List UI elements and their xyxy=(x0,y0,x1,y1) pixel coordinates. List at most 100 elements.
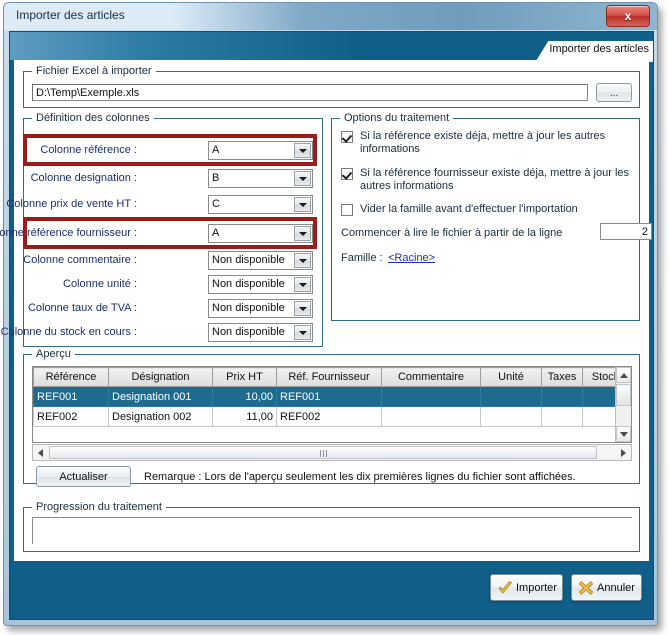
cell-reference: REF002 xyxy=(33,406,109,427)
chevron-down-icon[interactable] xyxy=(294,197,311,212)
column-header-prix-ht[interactable]: Prix HT xyxy=(212,367,277,387)
column-label: Colonne designation : xyxy=(30,172,137,184)
checkbox-clear-famille[interactable] xyxy=(341,204,353,216)
column-row-reference: Colonne référence : A xyxy=(24,141,322,161)
column-label: Colonne du stock en cours : xyxy=(0,326,137,338)
dialog-window: Importer des articles x Importer des art… xyxy=(0,2,658,626)
column-header-designation[interactable]: Désignation xyxy=(108,367,213,387)
column-select-prix-vente-ht[interactable]: C xyxy=(208,195,313,214)
progress-group: Progression du traitement xyxy=(23,501,640,552)
column-header-taxes[interactable]: Taxes xyxy=(541,367,583,387)
options-group: Options du traitement Si la référence ex… xyxy=(331,112,652,321)
table-vertical-scrollbar[interactable] xyxy=(615,367,631,442)
option-label: Si la référence fournisseur existe déja,… xyxy=(360,167,630,192)
column-select-value: Non disponible xyxy=(212,326,285,338)
file-group-legend: Fichier Excel à importer xyxy=(32,65,156,77)
column-row-taux-tva: Colonne taux de TVA : Non disponible xyxy=(24,299,322,319)
table-horizontal-scrollbar[interactable] xyxy=(32,444,632,461)
preview-group-legend: Aperçu xyxy=(32,348,75,360)
title-bar: Importer des articles x xyxy=(4,3,657,30)
column-select-value: Non disponible xyxy=(212,302,285,314)
chevron-down-icon[interactable] xyxy=(294,277,311,292)
checkbox-update-reference-fournisseur[interactable] xyxy=(341,168,353,180)
tab-importer-des-articles[interactable]: Importer des articles xyxy=(535,41,653,62)
column-select-taux-tva[interactable]: Non disponible xyxy=(208,299,313,318)
vertical-scroll-thumb[interactable] xyxy=(616,384,631,406)
column-select-reference-fournisseur[interactable]: A xyxy=(208,224,313,243)
cancel-button[interactable]: Annuler xyxy=(571,574,642,601)
columns-group-legend: Définition des colonnes xyxy=(32,112,154,124)
cell-unite xyxy=(480,386,542,407)
column-label: Colonne référence fournisseur : xyxy=(0,227,137,239)
tab-strip: Importer des articles xyxy=(10,32,653,62)
browse-button[interactable]: ... xyxy=(596,83,632,102)
chevron-down-icon[interactable] xyxy=(294,143,311,158)
column-select-stock-en-cours[interactable]: Non disponible xyxy=(208,323,313,342)
column-label: Colonne référence : xyxy=(40,144,137,156)
progress-group-legend: Progression du traitement xyxy=(32,501,166,513)
table-row[interactable]: REF001 Designation 001 10,00 REF001 xyxy=(33,386,629,407)
import-button[interactable]: Importer xyxy=(490,574,563,601)
dialog-body: Importer des articles Fichier Excel à im… xyxy=(0,31,654,620)
column-label: Colonne commentaire : xyxy=(23,254,137,266)
column-header-commentaire[interactable]: Commentaire xyxy=(381,367,481,387)
dialog-footer: Importer Annuler xyxy=(10,561,653,619)
column-select-unite[interactable]: Non disponible xyxy=(208,275,313,294)
table-row[interactable]: REF002 Designation 002 11,00 REF002 xyxy=(33,406,629,427)
column-select-value: Non disponible xyxy=(212,254,285,266)
start-line-input[interactable]: 2 xyxy=(600,223,652,240)
cell-commentaire xyxy=(381,386,481,407)
column-label: Colonne prix de vente HT : xyxy=(6,198,137,210)
column-row-commentaire: Colonne commentaire : Non disponible xyxy=(23,251,322,271)
cell-reference: REF001 xyxy=(33,386,109,407)
column-header-unite[interactable]: Unité xyxy=(480,367,542,387)
cell-unite xyxy=(480,406,542,427)
column-select-value: A xyxy=(212,144,220,156)
scroll-left-icon[interactable] xyxy=(33,445,48,460)
preview-group: Aperçu Référence Désignation Prix HT Réf… xyxy=(23,348,640,487)
column-select-value: B xyxy=(212,172,220,184)
close-button[interactable]: x xyxy=(606,5,650,27)
preview-table-wrapper: Référence Désignation Prix HT Réf. Fourn… xyxy=(32,366,632,443)
refresh-button[interactable]: Actualiser xyxy=(36,466,131,487)
cell-commentaire xyxy=(381,406,481,427)
column-header-reference[interactable]: Référence xyxy=(33,367,109,387)
famille-label: Famille : xyxy=(341,252,383,264)
tab-label: Importer des articles xyxy=(549,43,649,55)
scroll-right-icon[interactable] xyxy=(616,445,631,460)
chevron-down-icon[interactable] xyxy=(294,226,311,241)
column-select-value: Non disponible xyxy=(212,278,285,290)
cell-ref-fournisseur: REF002 xyxy=(276,406,382,427)
file-group: Fichier Excel à importer D:\Temp\Exemple… xyxy=(23,65,640,108)
column-select-reference[interactable]: A xyxy=(208,141,313,160)
chevron-down-icon[interactable] xyxy=(294,253,311,268)
cancel-button-label: Annuler xyxy=(597,581,635,594)
column-header-ref-fournisseur[interactable]: Réf. Fournisseur xyxy=(276,367,382,387)
column-select-commentaire[interactable]: Non disponible xyxy=(208,251,313,270)
horizontal-scroll-thumb[interactable] xyxy=(49,446,597,459)
chevron-down-icon[interactable] xyxy=(294,171,311,186)
cell-taxes xyxy=(541,386,583,407)
file-path-input[interactable]: D:\Temp\Exemple.xls xyxy=(32,84,588,101)
cell-designation: Designation 001 xyxy=(108,386,213,407)
cell-prix-ht: 11,00 xyxy=(212,406,277,427)
dialog-content: Fichier Excel à importer D:\Temp\Exemple… xyxy=(0,60,652,584)
option-label: Vider la famille avant d'effectuer l'imp… xyxy=(360,203,578,215)
columns-group: Définition des colonnes Colonne référenc… xyxy=(0,112,323,347)
checkbox-update-reference[interactable] xyxy=(341,131,353,143)
checkmark-icon xyxy=(498,580,512,593)
column-row-unite: Colonne unité : Non disponible xyxy=(24,275,322,295)
scroll-up-icon[interactable] xyxy=(616,367,631,383)
column-select-designation[interactable]: B xyxy=(208,169,313,188)
cell-designation: Designation 002 xyxy=(108,406,213,427)
chevron-down-icon[interactable] xyxy=(294,325,311,340)
cross-icon xyxy=(578,580,594,595)
start-line-label: Commencer à lire le fichier à partir de … xyxy=(341,227,563,239)
option-label: Si la référence existe déja, mettre à jo… xyxy=(360,130,606,155)
scroll-down-icon[interactable] xyxy=(616,426,631,442)
chevron-down-icon[interactable] xyxy=(294,301,311,316)
screen-root: Importer des articles x Importer des art… xyxy=(0,0,670,635)
famille-link[interactable]: <Racine> xyxy=(388,252,435,264)
import-button-label: Importer xyxy=(516,581,557,594)
column-select-value: A xyxy=(212,227,220,239)
